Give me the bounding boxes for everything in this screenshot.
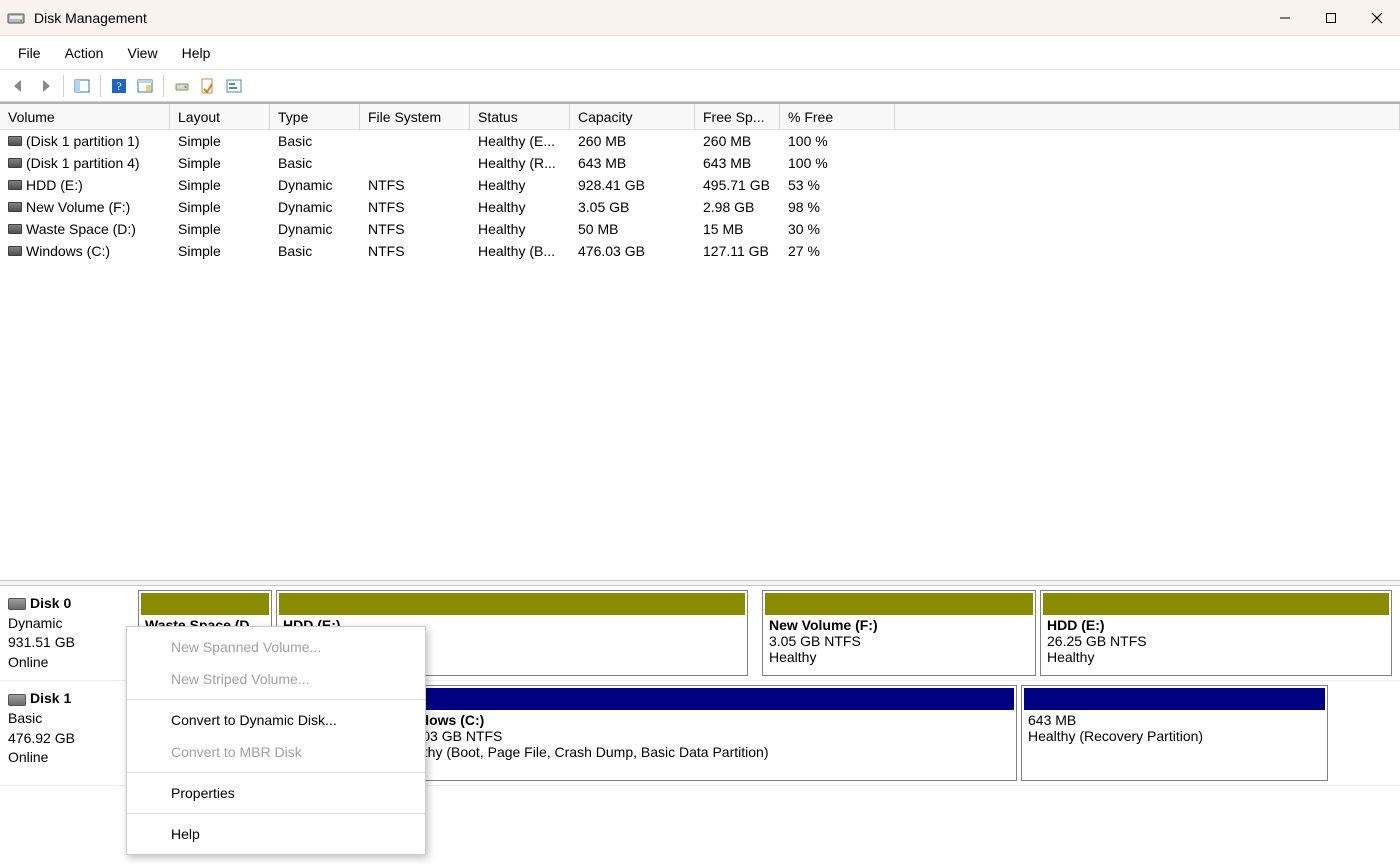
volume-row[interactable]: (Disk 1 partition 4)SimpleBasicHealthy (… bbox=[0, 152, 1400, 174]
volume-list-header: Volume Layout Type File System Status Ca… bbox=[0, 104, 1400, 130]
svg-text:?: ? bbox=[116, 79, 121, 93]
partition[interactable]: Windows (C:)476.03 GB NTFSHealthy (Boot,… bbox=[400, 685, 1017, 781]
refresh-icon[interactable] bbox=[169, 73, 195, 99]
col-filesystem[interactable]: File System bbox=[360, 104, 470, 129]
properties-icon[interactable] bbox=[132, 73, 158, 99]
menu-view[interactable]: View bbox=[115, 39, 169, 67]
volume-icon bbox=[8, 246, 22, 256]
window-title: Disk Management bbox=[34, 10, 147, 26]
app-icon bbox=[6, 8, 26, 28]
col-layout[interactable]: Layout bbox=[170, 104, 270, 129]
disk-info[interactable]: Disk 0Dynamic931.51 GBOnline bbox=[6, 590, 134, 676]
volume-icon bbox=[8, 136, 22, 146]
menu-file[interactable]: File bbox=[6, 39, 53, 67]
help-icon[interactable]: ? bbox=[106, 73, 132, 99]
minimize-button[interactable] bbox=[1262, 0, 1308, 36]
partition[interactable]: New Volume (F:)3.05 GB NTFSHealthy bbox=[762, 590, 1036, 676]
volume-icon bbox=[8, 180, 22, 190]
show-hide-console-tree-button[interactable] bbox=[69, 73, 95, 99]
forward-button[interactable] bbox=[32, 73, 58, 99]
partition[interactable]: HDD (E:)26.25 GB NTFSHealthy bbox=[1040, 590, 1392, 676]
volume-icon bbox=[8, 202, 22, 212]
settings-icon[interactable] bbox=[221, 73, 247, 99]
context-menu: New Spanned Volume...New Striped Volume.… bbox=[126, 626, 426, 855]
volume-list: Volume Layout Type File System Status Ca… bbox=[0, 102, 1400, 430]
volume-row[interactable]: Waste Space (D:)SimpleDynamicNTFSHealthy… bbox=[0, 218, 1400, 240]
volume-row[interactable]: (Disk 1 partition 1)SimpleBasicHealthy (… bbox=[0, 130, 1400, 152]
col-capacity[interactable]: Capacity bbox=[570, 104, 695, 129]
back-button[interactable] bbox=[6, 73, 32, 99]
volume-row[interactable]: New Volume (F:)SimpleDynamicNTFSHealthy3… bbox=[0, 196, 1400, 218]
context-menu-item[interactable]: Properties bbox=[127, 777, 425, 809]
volume-row[interactable]: HDD (E:)SimpleDynamicNTFSHealthy928.41 G… bbox=[0, 174, 1400, 196]
context-menu-item[interactable]: Convert to Dynamic Disk... bbox=[127, 704, 425, 736]
partition[interactable]: 643 MBHealthy (Recovery Partition) bbox=[1021, 685, 1328, 781]
col-pct-free[interactable]: % Free bbox=[780, 104, 895, 129]
col-type[interactable]: Type bbox=[270, 104, 360, 129]
toolbar: ? bbox=[0, 70, 1400, 102]
disk-info[interactable]: Disk 1Basic476.92 GBOnline bbox=[6, 685, 134, 781]
disk-icon bbox=[8, 694, 26, 706]
close-button[interactable] bbox=[1354, 0, 1400, 36]
maximize-button[interactable] bbox=[1308, 0, 1354, 36]
col-status[interactable]: Status bbox=[470, 104, 570, 129]
menu-help[interactable]: Help bbox=[170, 39, 223, 67]
disk-icon bbox=[8, 598, 26, 610]
menu-bar: File Action View Help bbox=[0, 36, 1400, 70]
context-menu-item: Convert to MBR Disk bbox=[127, 736, 425, 768]
context-menu-item: New Striped Volume... bbox=[127, 663, 425, 695]
title-bar: Disk Management bbox=[0, 0, 1400, 36]
volume-row[interactable]: Windows (C:)SimpleBasicNTFSHealthy (B...… bbox=[0, 240, 1400, 262]
context-menu-item: New Spanned Volume... bbox=[127, 631, 425, 663]
rescan-icon[interactable] bbox=[195, 73, 221, 99]
col-free[interactable]: Free Sp... bbox=[695, 104, 780, 129]
volume-icon bbox=[8, 224, 22, 234]
col-filler bbox=[895, 104, 1400, 129]
context-menu-item[interactable]: Help bbox=[127, 818, 425, 850]
menu-action[interactable]: Action bbox=[53, 39, 116, 67]
volume-icon bbox=[8, 158, 22, 168]
col-volume[interactable]: Volume bbox=[0, 104, 170, 129]
